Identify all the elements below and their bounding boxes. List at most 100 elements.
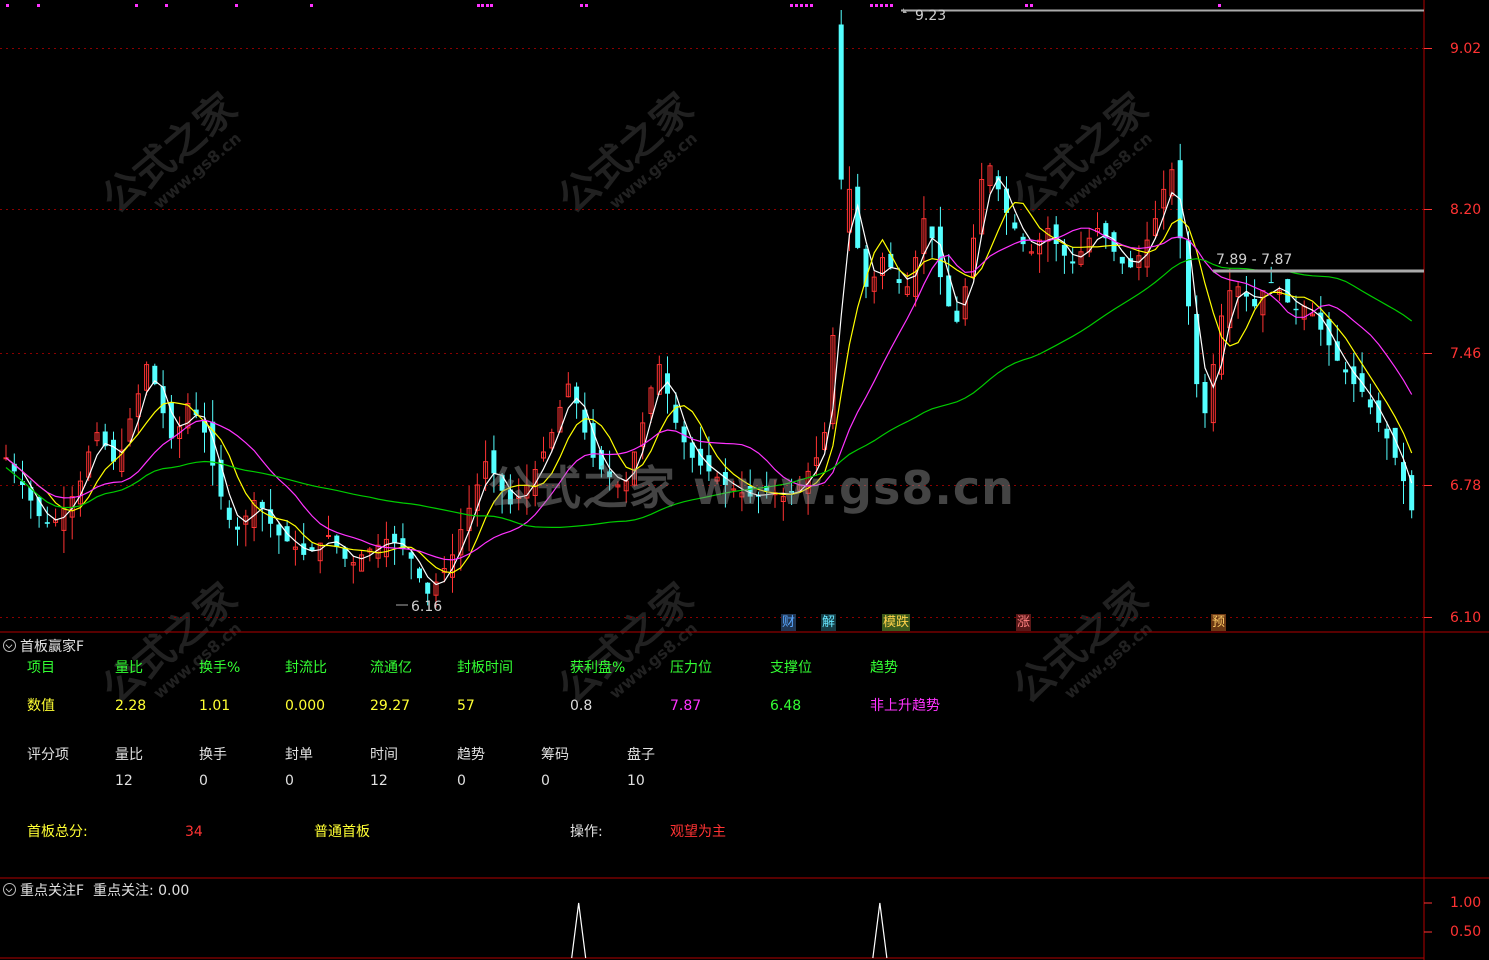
candle-down: [1268, 282, 1274, 284]
candle-down: [896, 279, 902, 283]
ma-line-magenta: [5, 227, 1413, 561]
signal-marker: [37, 4, 40, 7]
signal-marker: [1030, 4, 1033, 7]
score-label: 评分项: [27, 747, 69, 763]
candle-down: [1252, 299, 1258, 307]
signal-marker: [805, 4, 808, 7]
y-tick-label: 0.50: [1450, 924, 1482, 940]
badge-yu[interactable]: 预: [1211, 614, 1227, 631]
collapse-icon[interactable]: [3, 883, 16, 896]
candle-down: [259, 501, 265, 509]
candle-down: [235, 526, 240, 530]
table-header-volume-ratio: 量比: [115, 660, 143, 676]
price-chart[interactable]: [0, 0, 1489, 960]
badge-zhang[interactable]: 涨: [1016, 614, 1032, 631]
candle-down: [1409, 475, 1415, 511]
signal-marker: [790, 4, 793, 7]
score-size: 10: [627, 773, 645, 789]
values-label: 数值: [27, 698, 55, 714]
y-tick-label: 9.02: [1450, 41, 1482, 57]
candle-down: [590, 423, 596, 458]
score-turnover: 0: [199, 773, 208, 789]
candle-down: [1119, 256, 1125, 264]
candle-down: [1367, 399, 1373, 408]
candle-down: [1293, 308, 1299, 311]
signal-marker: [585, 4, 588, 7]
total-value: 34: [185, 824, 203, 840]
signal-marker: [1025, 4, 1028, 7]
candle-down: [1070, 261, 1076, 264]
candle-down: [301, 543, 307, 555]
signal-marker: [880, 4, 883, 7]
signal-marker: [6, 4, 9, 7]
panel-title-first-board[interactable]: 首板赢家F: [0, 636, 84, 655]
candle-down: [160, 386, 166, 414]
badge-cai[interactable]: 财: [781, 614, 797, 631]
table-header-float-cap: 流通亿: [370, 660, 412, 676]
score-header-chips: 筹码: [541, 747, 569, 763]
signal-marker: [800, 4, 803, 7]
badge-jie[interactable]: 解: [821, 614, 837, 631]
value-turnover: 1.01: [199, 698, 231, 714]
signal-marker: [481, 4, 484, 7]
badge-modie[interactable]: 模跌: [882, 614, 911, 631]
score-header-size: 盘子: [627, 747, 655, 763]
range-label: 7.89 - 7.87: [1216, 252, 1293, 268]
y-tick-label: 6.78: [1450, 478, 1482, 494]
score-header-volume: 量比: [115, 747, 143, 763]
candle-down: [607, 471, 613, 478]
signal-marker: [310, 4, 313, 7]
value-seal-ratio: 0.000: [285, 698, 326, 714]
candle-down: [929, 226, 935, 239]
score-chips: 0: [541, 773, 550, 789]
y-tick-label: 8.20: [1450, 202, 1482, 218]
signal-marker: [875, 4, 878, 7]
board-type: 普通首板: [314, 824, 370, 840]
candle-down: [1012, 222, 1018, 229]
candle-down: [954, 310, 960, 322]
value-pressure: 7.87: [670, 698, 702, 714]
candle-down: [392, 533, 398, 544]
y-tick-label: 1.00: [1450, 895, 1482, 911]
score-header-time: 时间: [370, 747, 398, 763]
score-header-turnover: 换手: [199, 747, 227, 763]
candle-down: [1061, 244, 1067, 256]
candle-down: [855, 186, 861, 248]
signal-marker: [810, 4, 813, 7]
candle-down: [838, 24, 844, 180]
score-trend: 0: [457, 773, 466, 789]
table-header-support: 支撑位: [770, 660, 812, 676]
signal-marker: [486, 4, 489, 7]
focus-spike: [872, 902, 888, 959]
signal-marker: [870, 4, 873, 7]
signal-marker: [165, 4, 168, 7]
table-header-turnover: 换手%: [199, 660, 241, 676]
value-float-cap: 29.27: [370, 698, 411, 714]
score-header-trend: 趋势: [457, 747, 485, 763]
candle-down: [491, 450, 497, 474]
ma-line-white: [5, 177, 1413, 586]
table-header-seal-ratio: 封流比: [285, 660, 327, 676]
candle-down: [747, 486, 753, 497]
total-label: 首板总分:: [27, 824, 88, 840]
candle-down: [1384, 428, 1390, 439]
candle-down: [425, 582, 431, 594]
signal-marker: [135, 4, 138, 7]
peak-label: 9.23: [915, 8, 947, 24]
candle-down: [888, 253, 894, 268]
signal-marker: [235, 4, 238, 7]
signal-marker: [795, 4, 798, 7]
panel-title-focus[interactable]: 重点关注F 重点关注: 0.00: [0, 880, 189, 899]
signal-marker: [1218, 4, 1221, 7]
value-volume-ratio: 2.28: [115, 698, 147, 714]
low-label: 6.16: [411, 599, 443, 615]
operation-value: 观望为主: [670, 824, 726, 840]
candle-down: [863, 248, 869, 287]
y-tick-label: 7.46: [1450, 346, 1482, 362]
ma-line-green: [5, 258, 1413, 528]
candle-down: [111, 439, 116, 462]
collapse-icon[interactable]: [3, 639, 16, 652]
signal-marker: [890, 4, 893, 7]
candle-down: [789, 491, 795, 493]
score-header-seal: 封单: [285, 747, 313, 763]
